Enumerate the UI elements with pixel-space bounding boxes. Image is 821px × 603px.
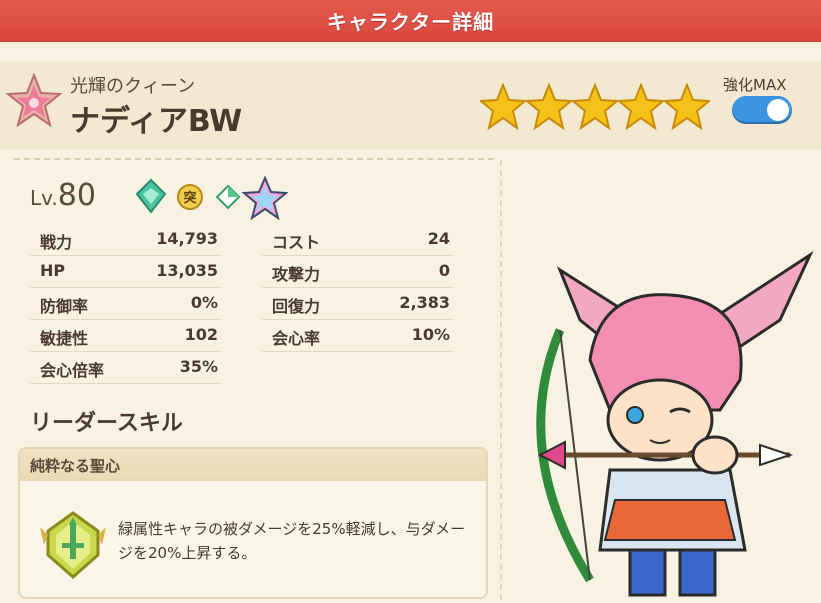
green-sword-shield-icon (40, 511, 106, 579)
stat-crit-rate: 会心率 10% (262, 319, 454, 352)
stat-attack: 攻撃力 0 (262, 255, 454, 288)
stat-label: 攻撃力 (272, 265, 321, 284)
character-title: 光輝のクィーン (70, 76, 196, 97)
page-title: キャラクター詳細 (326, 10, 495, 34)
star-icon (616, 83, 666, 131)
stat-label: 敏捷性 (40, 329, 89, 348)
star-icon (524, 83, 574, 131)
stat-label: 戦力 (40, 233, 73, 252)
leader-skill-card: 純粋なる聖心 緑属性キャラの被ダメージを25%軽減し、与ダメージを20%上昇する… (18, 447, 488, 599)
leader-skill-name: 純粋なる聖心 (30, 457, 121, 475)
breakthrough-icon: 突 (177, 184, 203, 210)
enhance-max-toggle[interactable] (732, 96, 792, 124)
breakthrough-glyph: 突 (183, 190, 196, 206)
stat-label: HP (40, 261, 66, 280)
stat-label: コスト (272, 233, 321, 252)
stat-power: 戦力 14,793 (30, 223, 222, 256)
skill-name-bar: 純粋なる聖心 (20, 449, 486, 481)
stat-label: 防御率 (40, 297, 89, 316)
stat-value: 13,035 (156, 261, 218, 280)
character-name: ナディアBW (70, 104, 243, 139)
toggle-knob (767, 99, 789, 121)
stat-cost: コスト 24 (262, 223, 454, 256)
title-bar: キャラクター詳細 (0, 0, 821, 48)
attribute-icons: 突 (135, 176, 288, 220)
rainbow-star-icon (241, 176, 288, 220)
rarity-emblem-icon (5, 73, 63, 128)
stat-crit-multiplier: 会心倍率 35% (30, 351, 222, 384)
enhance-max-label: 強化MAX (723, 76, 787, 94)
section-divider (14, 158, 494, 160)
star-icon (480, 83, 528, 131)
level-display: Lv.80 (30, 178, 96, 213)
stat-value: 10% (411, 325, 450, 344)
stat-label: 回復力 (272, 297, 321, 316)
white-diamond-icon (215, 184, 241, 210)
character-portrait (536, 250, 814, 597)
stat-label: 会心率 (272, 329, 321, 348)
stat-defense-rate: 防御率 0% (30, 287, 222, 320)
level-prefix: Lv. (30, 186, 58, 210)
star-icon (570, 83, 620, 131)
stat-value: 14,793 (156, 229, 218, 248)
leader-skill-description: 緑属性キャラの被ダメージを25%軽減し、与ダメージを20%上昇する。 (118, 520, 466, 562)
stat-agility: 敏捷性 102 (30, 319, 222, 352)
stat-value: 2,383 (399, 293, 450, 312)
stat-value: 35% (179, 357, 218, 376)
vertical-divider (500, 160, 502, 600)
stat-recovery: 回復力 2,383 (262, 287, 454, 320)
stat-value: 0 (438, 261, 450, 280)
leader-skill-heading: リーダースキル (30, 411, 183, 436)
stat-label: 会心倍率 (40, 361, 105, 380)
stat-value: 102 (184, 325, 218, 344)
stat-value: 24 (427, 229, 450, 248)
green-element-icon (135, 178, 167, 214)
star-icon (662, 83, 710, 131)
rarity-stars (480, 83, 710, 131)
level-value: 80 (57, 178, 96, 213)
stat-hp: HP 13,035 (30, 255, 222, 288)
stat-value: 0% (190, 293, 218, 312)
